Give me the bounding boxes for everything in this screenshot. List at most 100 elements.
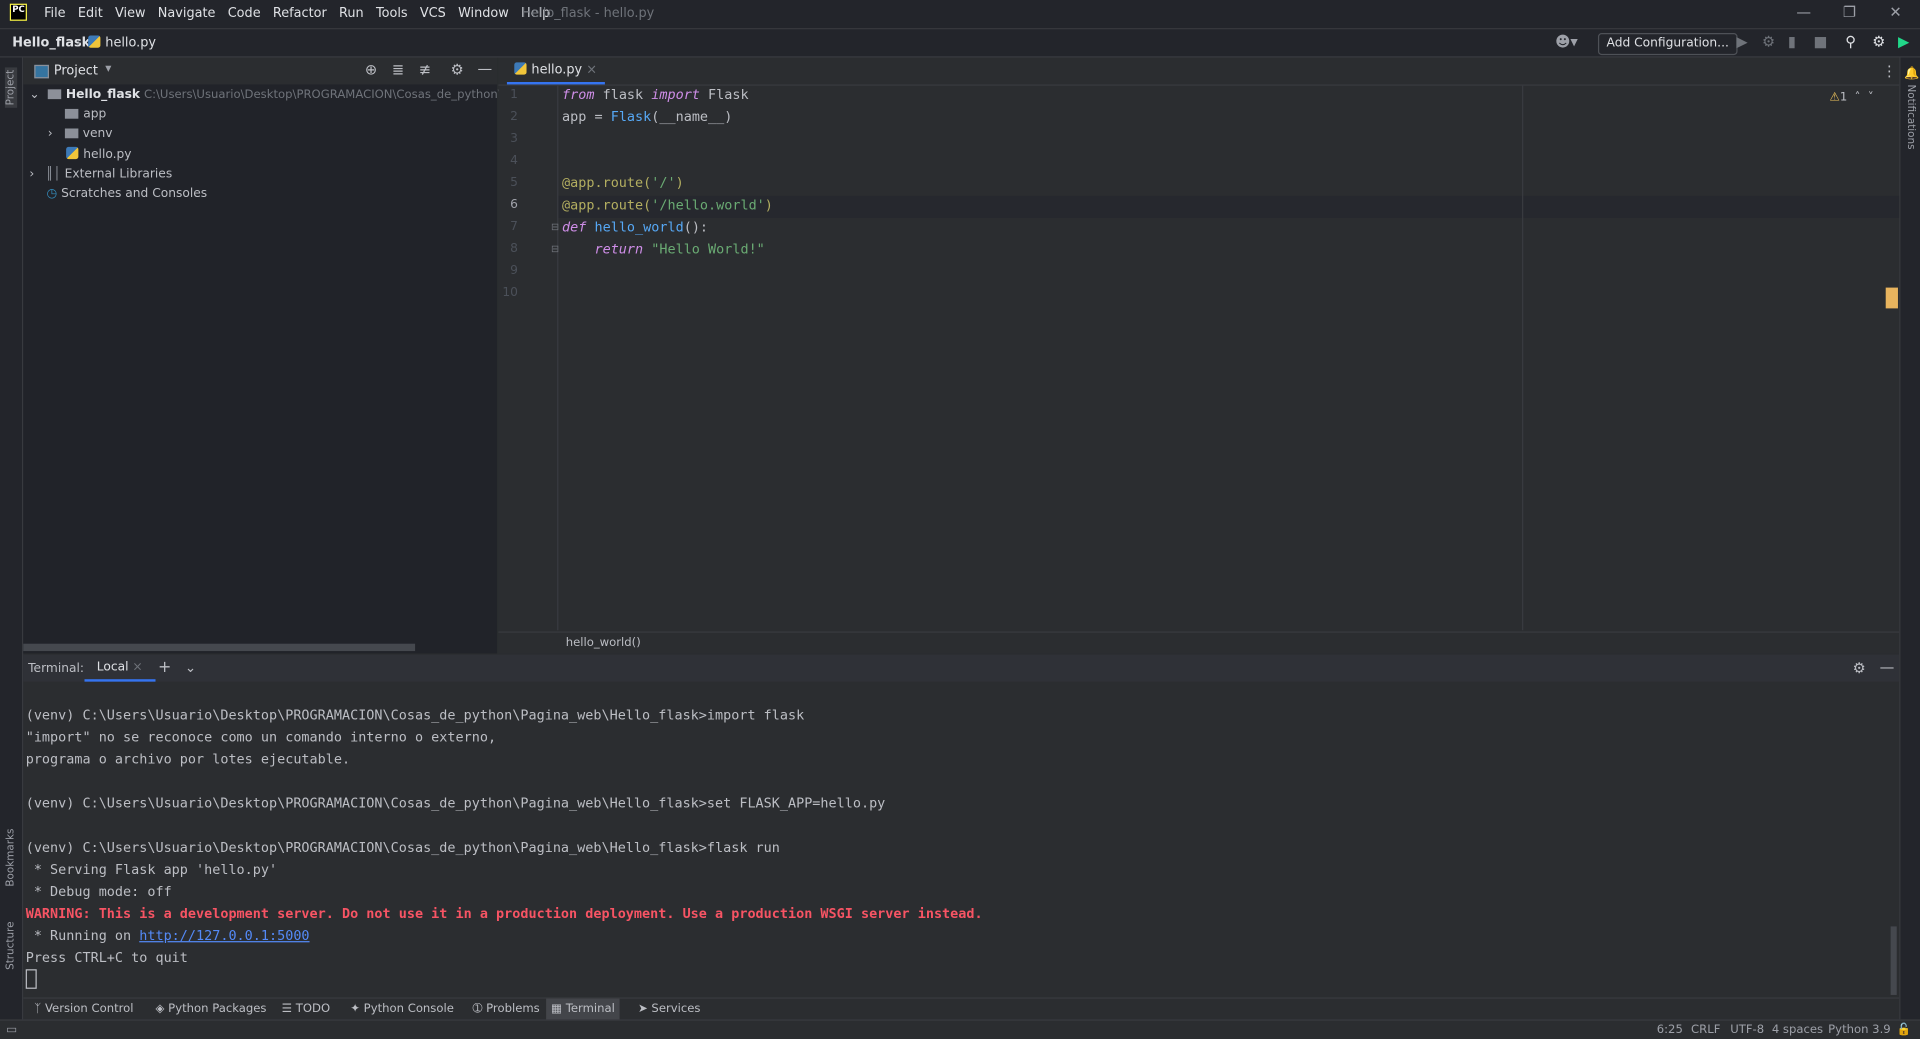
menu-refactor[interactable]: Refactor [273,6,327,21]
breadcrumb-function[interactable]: hello_world() [566,636,641,649]
tool-tab-services[interactable]: ➤ Services [633,999,705,1021]
tree-item-external-libraries[interactable]: › ║│ External Libraries [23,165,503,185]
terminal-panel: Terminal: Local × + ⌄ ⚙ — (venv) C:\User… [23,654,1900,998]
menu-window[interactable]: Window [458,6,509,21]
new-terminal-icon[interactable]: + [158,658,171,676]
list-icon: ☰ [281,1002,293,1016]
gear-icon[interactable]: ⚙ [451,61,464,78]
menu-navigate[interactable]: Navigate [158,6,216,21]
chevron-up-icon[interactable]: ˄ [1855,91,1861,104]
collapse-all-icon[interactable]: ≢ [419,61,431,78]
code-line-7[interactable]: def hello_world(): [562,219,708,235]
menu-run[interactable]: Run [339,6,364,21]
tool-tab-python-console[interactable]: ✦ Python Console [345,999,458,1021]
project-tool-button[interactable]: Project [4,67,18,108]
chevron-down-icon[interactable]: ˅ [1868,91,1874,104]
menu-code[interactable]: Code [228,6,261,21]
file-encoding[interactable]: UTF-8 [1730,1023,1764,1036]
warning-stripe-marker[interactable] [1885,287,1898,309]
menu-vcs[interactable]: VCS [420,6,446,21]
folder-icon [47,89,61,100]
navigation-bar: Hello_flask › hello.py ☻▾ Add Configurat… [0,29,1920,58]
tab-local[interactable]: Local × [84,655,155,682]
line-number: 3 [510,132,518,146]
minimize-icon[interactable]: — [1796,4,1811,21]
problems-icon: ➀ [472,1002,483,1016]
tool-tab-version-control[interactable]: ᛉ Version Control [29,999,138,1021]
tree-item-venv[interactable]: › venv [23,125,521,145]
terminal-warning: WARNING: This is a development server. D… [25,905,983,922]
chevron-right-icon: › [29,167,46,182]
chevron-down-icon[interactable]: ▾ [105,62,111,75]
tool-tab-python-packages[interactable]: ◈ Python Packages [151,999,272,1021]
hide-icon[interactable]: — [1880,658,1895,675]
run-icon[interactable]: ▶ [1736,33,1747,50]
more-icon[interactable]: ⋮ [1882,62,1897,79]
close-icon[interactable]: ✕ [1889,4,1901,21]
python-interpreter[interactable]: Python 3.9 [1828,1023,1891,1036]
horizontal-scrollbar[interactable] [23,643,416,652]
indent-setting[interactable]: 4 spaces [1772,1023,1823,1036]
tree-item-app[interactable]: app [23,105,539,125]
code-line-8[interactable]: return "Hello World!" [562,241,764,257]
menu-edit[interactable]: Edit [78,6,103,21]
breadcrumb-file[interactable]: hello.py [88,35,156,50]
line-number: 7 [510,220,518,234]
lock-icon[interactable]: 🔓 [1897,1023,1912,1036]
fold-icon[interactable]: ⊟ [551,244,559,255]
gear-icon[interactable]: ⚙ [1853,660,1866,677]
hide-icon[interactable]: — [478,60,493,77]
terminal-line: programa o archivo por lotes ejecutable. [25,751,351,768]
tool-tab-problems[interactable]: ➀ Problems [468,999,545,1021]
bell-icon[interactable]: 🔔 [1904,67,1919,80]
tree-item-hello-py[interactable]: hello.py [23,146,540,166]
code-line-1[interactable]: from flask import Flask [562,87,749,103]
status-bar: ▭ 6:25 CRLF UTF-8 4 spaces Python 3.9 🔓 [0,1019,1920,1039]
fold-icon[interactable]: ⊟ [551,222,559,233]
chevron-down-icon[interactable]: ⌄ [185,660,196,676]
tab-hello-py[interactable]: hello.py × [506,58,605,85]
tool-tab-terminal[interactable]: ▦ Terminal [546,998,620,1021]
server-url-link[interactable]: http://127.0.0.1:5000 [139,928,309,944]
coverage-icon[interactable]: ▮ [1788,33,1796,50]
caret-position[interactable]: 6:25 [1657,1023,1683,1036]
code-line-2[interactable]: app = Flask(__name__) [562,109,732,125]
expand-all-icon[interactable]: ≣ [392,61,404,78]
inspection-widget[interactable]: ⚠1 ˄ ˅ [1829,91,1873,104]
code-line-5[interactable]: @app.route('/') [562,175,684,191]
vertical-scrollbar[interactable] [1890,926,1897,995]
terminal-output[interactable]: (venv) C:\Users\Usuario\Desktop\PROGRAMA… [25,705,983,993]
jetbrains-ai-icon[interactable]: ▶ [1898,33,1909,50]
locate-icon[interactable]: ⊕ [365,61,377,78]
library-icon: ║│ [45,167,61,182]
menu-view[interactable]: View [115,6,146,21]
editor-tabs: hello.py × ⋮ [498,57,1900,86]
tree-item-scratches[interactable]: ◷ Scratches and Consoles [23,185,520,205]
debug-icon[interactable]: ⚙ [1762,33,1775,50]
toggle-tool-windows-icon[interactable]: ▭ [6,1023,17,1036]
structure-tool-button[interactable]: Structure [5,922,17,970]
add-configuration-button[interactable]: Add Configuration... [1597,33,1738,56]
user-icon[interactable]: ☻▾ [1555,33,1578,50]
code-line-6[interactable]: @app.route('/hello.world') [562,197,773,213]
close-tab-icon[interactable]: × [132,661,142,674]
project-view-selector[interactable]: Project [54,64,98,79]
line-number: 4 [510,154,518,168]
tool-tab-todo[interactable]: ☰ TODO [277,999,335,1021]
python-file-icon [88,35,101,48]
folder-icon [64,128,78,139]
menu-tools[interactable]: Tools [376,6,408,21]
search-icon[interactable]: ⚲ [1845,33,1856,50]
bookmarks-tool-button[interactable]: Bookmarks [5,829,17,887]
python-file-icon [514,62,527,75]
notifications-tool-button[interactable]: Notifications [1904,84,1916,149]
terminal-prompt[interactable] [25,969,983,992]
gear-icon[interactable]: ⚙ [1872,33,1885,50]
close-tab-icon[interactable]: × [586,62,597,77]
restore-icon[interactable]: ❐ [1843,4,1856,21]
project-view-icon [34,64,49,79]
menu-file[interactable]: File [44,6,66,21]
stop-icon[interactable]: ■ [1813,33,1827,50]
line-separator[interactable]: CRLF [1691,1023,1720,1036]
tree-item-root[interactable]: ⌄ Hello_flask C:\Users\Usuario\Desktop\P… [23,86,533,106]
